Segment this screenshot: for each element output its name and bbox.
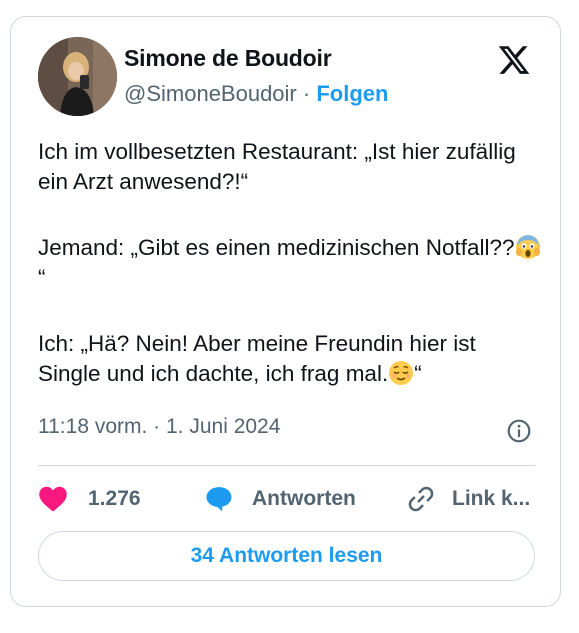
separator-dot: · (302, 81, 311, 106)
divider (38, 465, 535, 466)
author-handle[interactable]: @SimoneBoudoir (124, 81, 297, 106)
tweet-card: Simone de Boudoir @SimoneBoudoir · Folge… (10, 16, 561, 607)
like-button[interactable]: 1.276 (38, 479, 141, 519)
action-bar: 1.276 Antworten Link k... (38, 479, 538, 519)
avatar-photo (38, 37, 117, 116)
tweet-text: Ich im vollbesetzten Restaurant: „Ist hi… (38, 137, 543, 425)
like-count: 1.276 (88, 487, 141, 510)
follow-button[interactable]: Folgen (316, 81, 388, 106)
reply-bubble-icon (206, 487, 232, 512)
info-icon[interactable] (506, 418, 532, 444)
reply-label: Antworten (252, 487, 356, 510)
heart-icon (39, 486, 67, 512)
avatar[interactable] (38, 37, 117, 116)
read-replies-button[interactable]: 34 Antworten lesen (38, 531, 535, 581)
tweet-paragraph: Ich: „Hä? Nein! Aber meine Freundin hier… (38, 331, 476, 386)
copy-link-button[interactable]: Link k... (406, 479, 530, 519)
tweet-paragraph: Jemand: „Gibt es einen medizinischen Not… (38, 233, 543, 293)
link-icon (408, 486, 434, 512)
reply-button[interactable]: Antworten (203, 479, 356, 519)
x-logo-icon[interactable] (496, 43, 532, 77)
tweet-timestamp[interactable]: 11:18 vorm. · 1. Juni 2024 (38, 415, 280, 439)
author-name[interactable]: Simone de Boudoir (124, 45, 332, 72)
copy-link-label: Link k... (452, 487, 531, 510)
author-handle-row: @SimoneBoudoir · Folgen (124, 81, 388, 107)
face-screaming-in-fear-icon (515, 235, 540, 259)
tweet-paragraph: Ich im vollbesetzten Restaurant: „Ist hi… (38, 139, 516, 194)
relieved-face-icon (389, 361, 414, 385)
